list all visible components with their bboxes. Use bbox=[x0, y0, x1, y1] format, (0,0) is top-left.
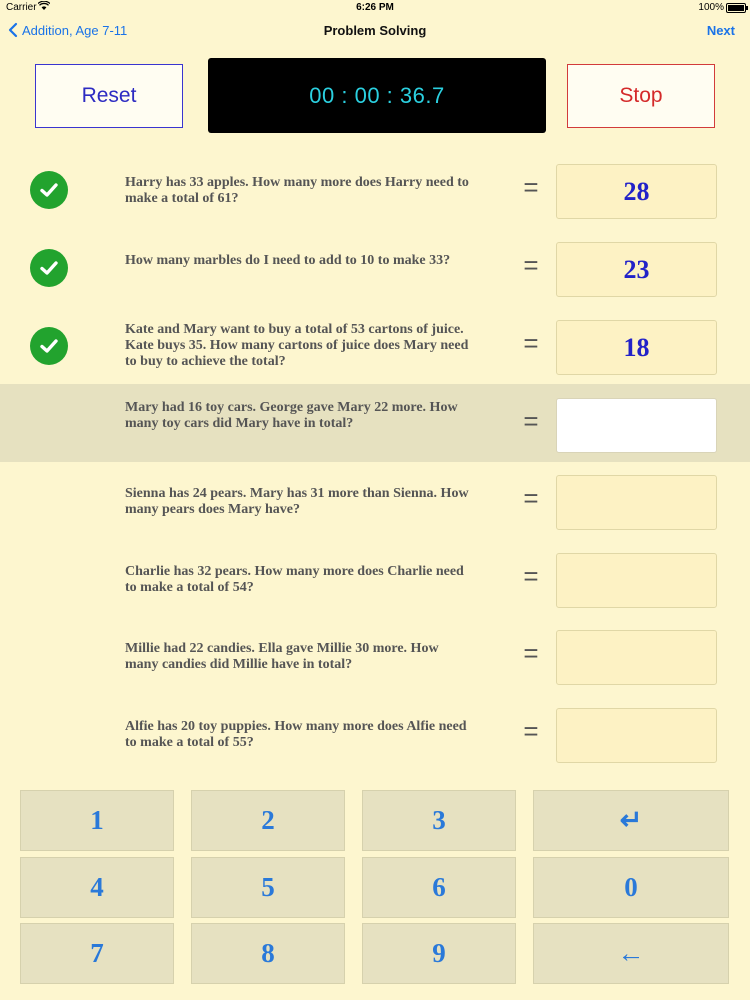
key-7[interactable]: 7 bbox=[20, 923, 174, 984]
equals-sign: = bbox=[523, 638, 539, 668]
equals-sign: = bbox=[523, 716, 539, 746]
question-text: Mary had 16 toy cars. George gave Mary 2… bbox=[125, 400, 458, 431]
equals-sign: = bbox=[523, 406, 539, 436]
equals-sign: = bbox=[523, 561, 539, 591]
question-row: Millie had 22 candies. Ella gave Millie … bbox=[0, 616, 750, 694]
question-text: Millie had 22 candies. Ella gave Millie … bbox=[125, 641, 439, 672]
question-text: Sienna has 24 pears. Mary has 31 more th… bbox=[125, 486, 469, 517]
answer-field[interactable] bbox=[556, 708, 717, 763]
checkmark-icon bbox=[30, 327, 68, 365]
status-bar: Carrier 6:26 PM 100% bbox=[0, 0, 750, 16]
key-1[interactable]: 1 bbox=[20, 790, 174, 851]
key-9[interactable]: 9 bbox=[362, 923, 516, 984]
question-row: Mary had 16 toy cars. George gave Mary 2… bbox=[0, 384, 750, 462]
checkmark-icon bbox=[30, 249, 68, 287]
next-button[interactable]: Next bbox=[707, 23, 735, 38]
key-6[interactable]: 6 bbox=[362, 857, 516, 918]
status-time: 6:26 PM bbox=[356, 2, 394, 13]
answer-field[interactable] bbox=[556, 398, 717, 453]
key-0[interactable]: 0 bbox=[533, 857, 729, 918]
equals-sign: = bbox=[523, 328, 539, 358]
key-3[interactable]: 3 bbox=[362, 790, 516, 851]
equals-sign: = bbox=[523, 483, 539, 513]
question-row: Sienna has 24 pears. Mary has 31 more th… bbox=[0, 461, 750, 539]
question-row: Harry has 33 apples. How many more does … bbox=[0, 150, 750, 228]
page-title: Problem Solving bbox=[323, 23, 427, 38]
question-row: Kate and Mary want to buy a total of 53 … bbox=[0, 306, 750, 384]
equals-sign: = bbox=[523, 250, 539, 280]
stop-button[interactable]: Stop bbox=[567, 64, 715, 128]
backspace-key[interactable]: ← bbox=[533, 923, 729, 984]
key-4[interactable]: 4 bbox=[20, 857, 174, 918]
timer-display: 00 : 00 : 36.7 bbox=[208, 58, 546, 133]
equals-sign: = bbox=[523, 172, 539, 202]
question-row: Charlie has 32 pears. How many more does… bbox=[0, 539, 750, 617]
answer-field[interactable] bbox=[556, 475, 717, 530]
answer-field[interactable]: 23 bbox=[556, 242, 717, 297]
question-row: Alfie has 20 toy puppies. How many more … bbox=[0, 694, 750, 772]
question-text: Alfie has 20 toy puppies. How many more … bbox=[125, 719, 467, 750]
question-text: How many marbles do I need to add to 10 … bbox=[125, 253, 451, 268]
reset-button[interactable]: Reset bbox=[35, 64, 183, 128]
answer-field[interactable] bbox=[556, 553, 717, 608]
answer-field[interactable] bbox=[556, 630, 717, 685]
key-5[interactable]: 5 bbox=[191, 857, 345, 918]
question-text: Kate and Mary want to buy a total of 53 … bbox=[125, 322, 469, 369]
question-text: Harry has 33 apples. How many more does … bbox=[125, 175, 469, 206]
battery-icon bbox=[726, 3, 748, 13]
enter-key[interactable]: ↵ bbox=[533, 790, 729, 851]
navigation-bar: Addition, Age 7-11 Problem Solving Next bbox=[0, 16, 750, 46]
checkmark-icon bbox=[30, 171, 68, 209]
battery-percent: 100% bbox=[698, 2, 724, 13]
question-row: How many marbles do I need to add to 10 … bbox=[0, 228, 750, 306]
key-8[interactable]: 8 bbox=[191, 923, 345, 984]
answer-field[interactable]: 18 bbox=[556, 320, 717, 375]
answer-field[interactable]: 28 bbox=[556, 164, 717, 219]
key-2[interactable]: 2 bbox=[191, 790, 345, 851]
question-text: Charlie has 32 pears. How many more does… bbox=[125, 564, 464, 595]
